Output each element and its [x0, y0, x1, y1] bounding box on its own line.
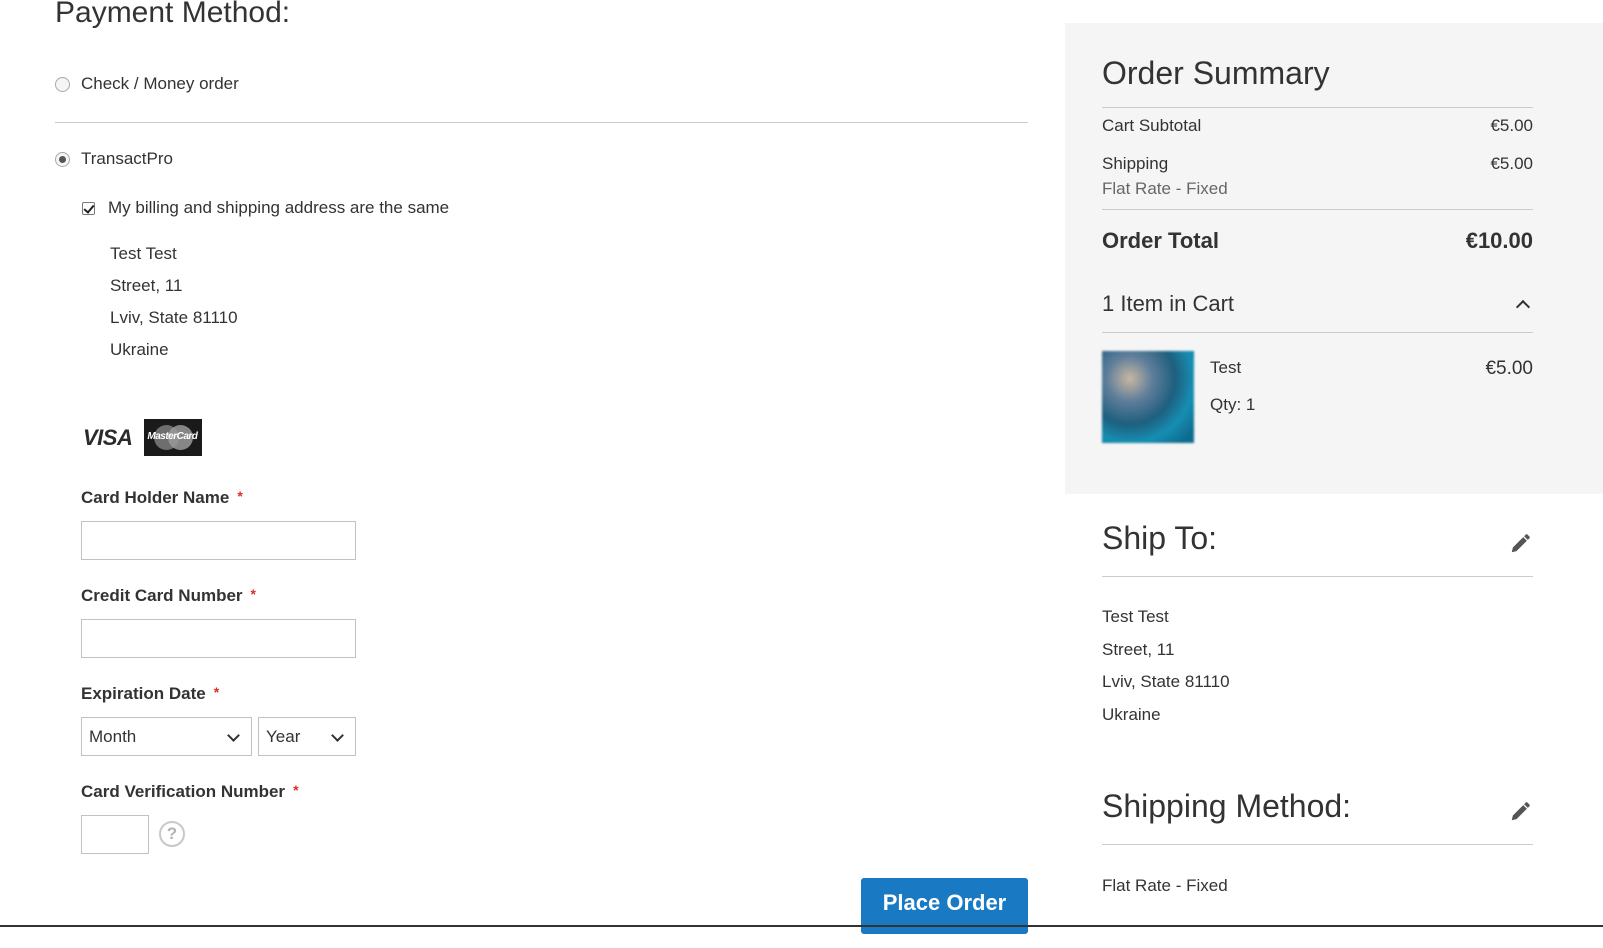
card-logos: VISA MasterCard — [83, 419, 203, 456]
mastercard-logo: MasterCard — [144, 419, 203, 456]
pencil-icon[interactable] — [1509, 533, 1531, 555]
shipping-method-note: Flat Rate - Fixed — [1102, 179, 1228, 198]
divider — [1102, 107, 1533, 108]
transactpro-radio[interactable] — [55, 151, 70, 167]
card-number-input[interactable] — [81, 619, 356, 658]
expiration-date-label: Expiration Date * — [81, 684, 220, 703]
same-address-label: My billing and shipping address are the … — [108, 198, 450, 217]
ship-to-address: Test Test Street, 11 Lviv, State 81110 U… — [1102, 601, 1230, 731]
required-marker: * — [250, 586, 256, 602]
required-marker: * — [237, 488, 243, 504]
shipping-label: Shipping — [1102, 154, 1169, 173]
card-holder-label: Card Holder Name * — [81, 488, 243, 507]
billing-street: Street, 11 — [110, 276, 183, 295]
order-summary-title: Order Summary — [1102, 55, 1330, 91]
item-qty: Qty: 1 — [1210, 395, 1256, 414]
subtotal-label: Cart Subtotal — [1102, 116, 1202, 135]
ship-street: Street, 11 — [1102, 639, 1175, 659]
required-marker: * — [293, 782, 299, 798]
billing-name: Test Test — [110, 244, 177, 263]
order-total-label: Order Total — [1102, 228, 1219, 253]
item-name: Test — [1210, 358, 1242, 377]
year-value: Year — [266, 726, 301, 746]
chevron-down-icon — [227, 729, 240, 742]
required-marker: * — [213, 684, 220, 700]
billing-country: Ukraine — [110, 340, 169, 359]
order-total-row: Order Total €10.00 — [1102, 228, 1533, 254]
divider — [1102, 576, 1533, 577]
card-holder-input[interactable] — [81, 521, 356, 560]
ship-to-title: Ship To: — [1102, 520, 1218, 556]
expiration-month-select[interactable]: Month — [81, 717, 252, 756]
payment-divider — [55, 122, 1028, 123]
payment-option-checkmo[interactable]: Check / Money order — [55, 74, 239, 94]
shipping-method-title: Shipping Method: — [1102, 788, 1352, 824]
page-bottom-border — [0, 925, 1603, 927]
divider — [1102, 844, 1533, 845]
same-address-checkbox-row[interactable]: My billing and shipping address are the … — [82, 198, 449, 218]
visa-logo: VISA — [83, 424, 133, 450]
question-circle-icon[interactable]: ? — [159, 821, 185, 847]
expiration-year-select[interactable]: Year — [258, 717, 356, 756]
chevron-up-icon[interactable] — [1515, 299, 1531, 315]
shipping-method-value: Flat Rate - Fixed — [1102, 876, 1228, 895]
order-total-value: €10.00 — [1465, 228, 1533, 253]
pencil-icon[interactable] — [1509, 801, 1531, 823]
divider — [1102, 332, 1533, 333]
cvv-label: Card Verification Number * — [81, 782, 299, 801]
cart-subtotal-row: Cart Subtotal €5.00 — [1102, 116, 1533, 136]
item-price: €5.00 — [1485, 358, 1533, 379]
ship-city: Lviv, State 81110 — [1102, 672, 1230, 691]
order-summary: Order Summary Cart Subtotal €5.00 Shippi… — [1065, 23, 1603, 494]
ship-country: Ukraine — [1102, 704, 1161, 724]
divider — [1102, 209, 1533, 210]
transactpro-label: TransactPro — [81, 149, 173, 168]
card-number-label: Credit Card Number * — [81, 586, 256, 605]
chevron-down-icon — [331, 729, 344, 742]
checkmo-label: Check / Money order — [81, 74, 239, 93]
month-value: Month — [89, 726, 137, 746]
items-in-cart-toggle[interactable]: 1 Item in Cart — [1102, 291, 1533, 317]
product-thumbnail — [1102, 351, 1194, 443]
items-in-cart-label: 1 Item in Cart — [1102, 291, 1235, 316]
payment-method-title: Payment Method: — [55, 0, 291, 29]
same-address-checkbox[interactable] — [82, 201, 95, 215]
billing-city: Lviv, State 81110 — [110, 308, 238, 327]
cvv-input[interactable] — [81, 815, 149, 854]
payment-option-transactpro[interactable]: TransactPro — [55, 149, 173, 169]
shipping-row: Shipping €5.00 — [1102, 154, 1533, 174]
subtotal-value: €5.00 — [1490, 116, 1533, 135]
checkmo-radio[interactable] — [55, 76, 70, 92]
ship-name: Test Test — [1102, 607, 1169, 626]
shipping-value: €5.00 — [1490, 154, 1533, 173]
billing-address: Test Test Street, 11 Lviv, State 81110 U… — [110, 238, 238, 366]
